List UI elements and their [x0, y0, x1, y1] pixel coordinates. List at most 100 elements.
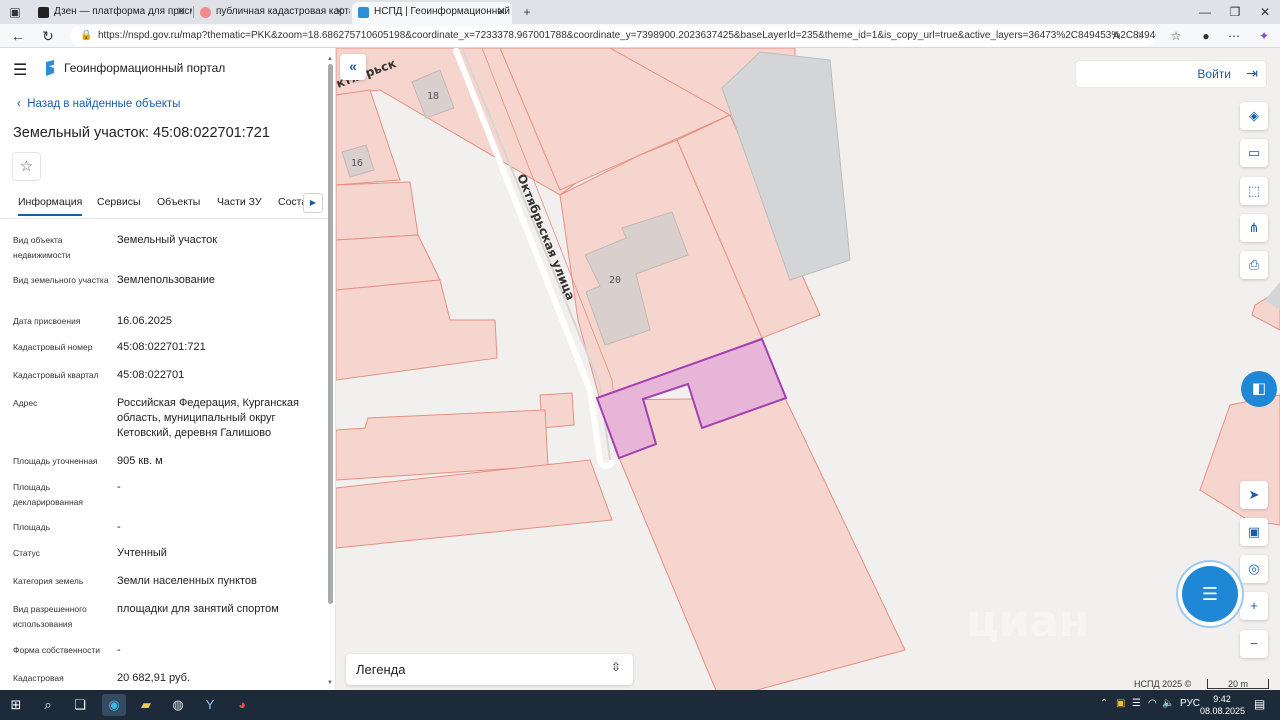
reload-icon[interactable]: ↻	[38, 26, 58, 46]
cadastral-map[interactable]: 18 16 20 Октябрьская улица ктябрьск циан	[336, 48, 1280, 690]
property-value: Учтенный	[117, 547, 167, 559]
browser-tab-active[interactable]: НСПД | Геоинформационный по ✕	[352, 2, 512, 24]
tray-wifi-icon[interactable]: ◠	[1148, 698, 1157, 709]
tray-expand-icon[interactable]: ⌃	[1100, 698, 1108, 709]
property-value: -	[117, 521, 121, 533]
collapse-panel-button[interactable]: «	[340, 54, 366, 80]
share-button[interactable]: ⋔	[1240, 214, 1268, 242]
edge-browser-icon[interactable]: ◉	[102, 694, 126, 716]
tab-title: НСПД | Геоинформационный по	[374, 6, 512, 17]
notifications-icon[interactable]: ▤	[1254, 697, 1265, 711]
close-tab-icon[interactable]: ✕	[497, 2, 506, 22]
close-tab-icon[interactable]: ✕	[177, 2, 186, 22]
back-arrow-icon[interactable]: ←	[8, 26, 28, 46]
login-button[interactable]: Войти ⇥	[1075, 60, 1267, 88]
select-area-button[interactable]: ⬚	[1240, 177, 1268, 205]
object-title: Земельный участок: 45:08:022701:721	[13, 125, 270, 141]
windows-start-icon[interactable]: ⊞	[4, 694, 28, 716]
panel-scrollbar[interactable]: ▲ ▼	[327, 56, 333, 686]
map-canvas[interactable]: 18 16 20 Октябрьская улица ктябрьск циан	[336, 48, 1280, 690]
building-number: 18	[427, 91, 439, 102]
chat-button[interactable]: ☰	[1182, 566, 1238, 622]
property-key: Вид объекта недвижимости	[13, 235, 71, 260]
url-text: https://nspd.gov.ru/map?thematic=PKK&zoo…	[98, 30, 1156, 41]
favorite-star-button[interactable]: ☆	[12, 152, 41, 181]
address-toolbar: ← ↻ 🔒 https://nspd.gov.ru/map?thematic=P…	[0, 24, 1280, 48]
property-key: Площадь	[13, 522, 51, 532]
windows-taskbar: ⊞ ⌕ ❏ ◉ ▰ ◍ Y ◕ ⌃ ▣ ☰ ◠ 🔈 РУС 9:42 08.08…	[0, 690, 1280, 720]
measure-button[interactable]: ▭	[1240, 139, 1268, 167]
zoom-in-button[interactable]: +	[1240, 592, 1268, 620]
maximize-icon[interactable]: ❐	[1220, 2, 1250, 22]
system-clock[interactable]: 9:42 08.08.2025	[1200, 693, 1246, 717]
volume-icon[interactable]: 🔈	[1162, 698, 1174, 709]
minimap-button[interactable]: ▣	[1240, 518, 1268, 546]
zen-favicon-icon	[38, 7, 49, 18]
login-icon: ⇥	[1246, 65, 1258, 81]
tab-services[interactable]: Сервисы	[97, 196, 141, 208]
parcel[interactable]	[336, 181, 419, 241]
back-link-label: Назад в найденные объекты	[27, 98, 181, 110]
triangle-right-icon: ▶	[309, 198, 317, 207]
property-key: Форма собственности	[13, 645, 100, 655]
copilot-icon[interactable]: ✦	[1254, 26, 1274, 46]
read-aloud-icon[interactable]: A	[1113, 26, 1120, 46]
property-value: Земельный участок	[117, 234, 218, 246]
search-location-icon: ◎	[1248, 561, 1260, 576]
tab-parts[interactable]: Части ЗУ	[217, 196, 262, 208]
print-button[interactable]: ⎙	[1240, 251, 1268, 279]
close-window-icon[interactable]: ✕	[1250, 2, 1280, 22]
search-icon[interactable]: ⌕	[36, 694, 60, 716]
tab-information[interactable]: Информация	[18, 196, 83, 216]
legend-dropdown[interactable]: Легенда ⇳	[346, 654, 633, 685]
zoom-out-button[interactable]: −	[1240, 630, 1268, 658]
task-view-icon[interactable]: ❏	[68, 694, 92, 716]
property-value: 20 682,91 руб.	[117, 672, 190, 684]
browser-tab[interactable]: публичная кадастровая карта — ✕	[194, 2, 350, 24]
app-icon[interactable]: ◍	[166, 694, 190, 716]
property-key: Вид земельного участка	[13, 275, 109, 285]
property-key: Кадастровый номер	[13, 342, 93, 352]
tray-app-icon[interactable]: ▣	[1116, 698, 1125, 709]
property-value: 45:08:022701	[117, 369, 185, 381]
yandex-favicon-icon	[200, 7, 211, 18]
scale-bar: 20 m	[1207, 679, 1269, 689]
more-menu-icon[interactable]: ⋯	[1224, 26, 1244, 46]
minimize-icon[interactable]: —	[1190, 2, 1220, 22]
language-indicator[interactable]: РУС	[1180, 698, 1200, 709]
url-field[interactable]: 🔒 https://nspd.gov.ru/map?thematic=PKK&z…	[70, 26, 1156, 46]
navigation-arrow-icon: ➤	[1248, 487, 1260, 502]
close-tab-icon[interactable]: ✕	[335, 2, 344, 22]
back-to-results-link[interactable]: ‹ Назад в найденные объекты	[17, 98, 180, 110]
property-value: 45:08:022701:721	[117, 341, 206, 353]
scroll-up-icon[interactable]: ▲	[327, 56, 333, 62]
profile-avatar-icon[interactable]: ●	[1196, 26, 1216, 46]
tab-title: Дзен — платформа для просмот	[54, 6, 192, 17]
search-location-button[interactable]: ◎	[1240, 555, 1268, 583]
tab-actions-icon[interactable]: ▣	[0, 2, 30, 22]
clock-date: 08.08.2025	[1200, 706, 1246, 716]
chrome-icon[interactable]: ◕	[230, 694, 254, 716]
side-widget-button[interactable]: ◧	[1241, 371, 1277, 407]
chevron-left-icon: ‹	[17, 98, 28, 110]
parcel[interactable]	[336, 279, 498, 381]
layers-button[interactable]: ◈	[1240, 102, 1268, 130]
favorites-icon[interactable]: ☆	[1166, 26, 1186, 46]
hamburger-menu-icon[interactable]: ☰	[13, 60, 27, 80]
browser-tab[interactable]: Дзен — платформа для просмот ✕	[32, 2, 192, 24]
tab-objects[interactable]: Объекты	[157, 196, 200, 208]
tabs-scroll-right-button[interactable]: ▶	[303, 193, 323, 213]
yandex-browser-icon[interactable]: Y	[198, 694, 222, 716]
login-label: Войти	[1197, 67, 1231, 81]
new-tab-icon[interactable]: +	[512, 2, 542, 22]
print-icon: ⎙	[1248, 257, 1260, 272]
map-copyright: НСПД 2025 ©	[1134, 679, 1192, 689]
scrollbar-thumb[interactable]	[328, 64, 333, 604]
scroll-down-icon[interactable]: ▼	[327, 680, 333, 686]
ruler-icon: ▭	[1247, 145, 1261, 160]
property-key: Адрес	[13, 398, 38, 408]
favorite-star-icon[interactable]: ☆	[1134, 26, 1144, 46]
geolocate-button[interactable]: ➤	[1240, 481, 1268, 509]
tray-network-icon[interactable]: ☰	[1132, 698, 1141, 709]
file-explorer-icon[interactable]: ▰	[134, 694, 158, 716]
